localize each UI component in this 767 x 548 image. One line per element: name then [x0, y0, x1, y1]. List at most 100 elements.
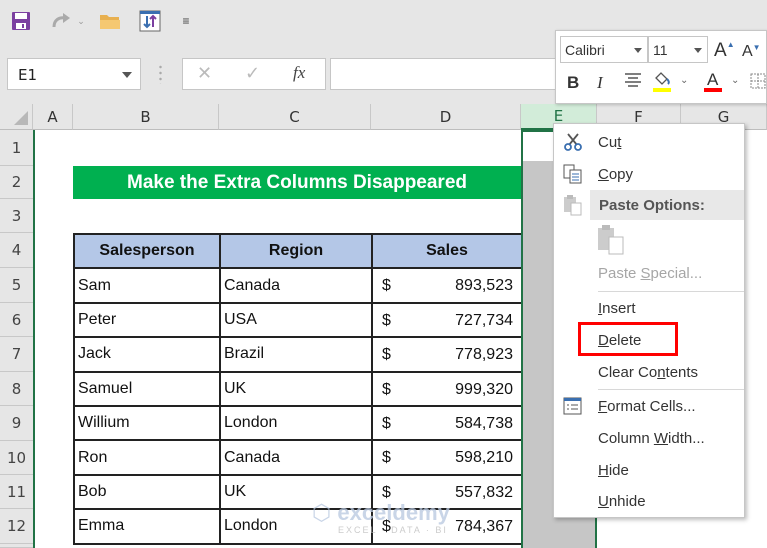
paste-icon	[562, 194, 584, 216]
row-header-9[interactable]: 9	[0, 406, 33, 441]
sales-amount: 999,320	[455, 380, 513, 398]
chevron-down-icon[interactable]	[634, 48, 642, 53]
enter-icon[interactable]: ✓	[245, 63, 260, 84]
borders-button[interactable]	[750, 73, 766, 94]
menu-item-label: Clear Contents	[598, 363, 699, 381]
row-header-3[interactable]: 3	[0, 199, 33, 233]
column-header-b[interactable]: B	[73, 104, 219, 130]
chevron-down-icon[interactable]	[694, 48, 702, 53]
table-row: Willium London $584,738	[73, 404, 523, 442]
cell-region[interactable]: USA	[219, 301, 373, 339]
sales-amount: 584,738	[455, 414, 513, 432]
sales-amount: 784,367	[455, 518, 513, 536]
cell-salesperson[interactable]: Bob	[73, 473, 221, 511]
row-header-5[interactable]: 5	[0, 268, 33, 303]
cell-region[interactable]: London	[219, 404, 373, 442]
watermark-logo-icon: ⬡	[312, 500, 332, 525]
menu-separator	[598, 291, 744, 292]
cell-salesperson[interactable]: Willium	[73, 404, 221, 442]
paste-option-button[interactable]	[596, 224, 626, 256]
cell-sales[interactable]: $598,210	[371, 439, 523, 476]
menu-item-column-width[interactable]: Column Width...	[554, 423, 744, 453]
fill-color-dropdown-icon[interactable]: ⌄	[680, 75, 688, 86]
font-name-select[interactable]: Calibri	[560, 36, 648, 63]
menu-item-unhide[interactable]: Unhide	[554, 486, 744, 516]
formula-bar-grip[interactable]	[159, 64, 162, 84]
menu-item-label: Hide	[598, 461, 629, 479]
italic-button[interactable]: I	[597, 73, 603, 93]
cell-sales[interactable]: $999,320	[371, 370, 523, 407]
row-header-8[interactable]: 8	[0, 372, 33, 406]
column-header-c[interactable]: C	[219, 104, 371, 130]
font-color-button[interactable]: A	[702, 69, 724, 98]
name-box[interactable]: E1	[7, 58, 141, 90]
table-row: Emma London $784,367	[73, 508, 523, 545]
cell-salesperson[interactable]: Emma	[73, 508, 221, 545]
font-color-dropdown-icon[interactable]: ⌄	[731, 75, 739, 86]
cell-sales[interactable]: $778,923	[371, 336, 523, 373]
redo-icon[interactable]	[50, 10, 72, 32]
table-header-row: Salesperson Region Sales	[73, 232, 523, 270]
currency-symbol: $	[382, 346, 391, 364]
cell-region[interactable]: Canada	[219, 267, 373, 304]
cell-sales[interactable]: $727,734	[371, 301, 523, 339]
redo-dropdown-icon[interactable]: ⌄	[76, 10, 86, 32]
sales-amount: 727,734	[455, 311, 513, 329]
table-row: Peter USA $727,734	[73, 301, 523, 339]
open-folder-icon[interactable]	[98, 10, 122, 32]
cancel-icon[interactable]: ✕	[197, 63, 212, 84]
save-icon[interactable]	[10, 10, 32, 32]
row-header-13[interactable]	[0, 544, 33, 548]
decrease-font-size-button[interactable]: A▼	[742, 43, 761, 61]
cell-region[interactable]: Canada	[219, 439, 373, 476]
column-header-a[interactable]: A	[33, 104, 73, 130]
font-size-value: 11	[653, 42, 668, 58]
paste-options-header: Paste Options:	[590, 190, 744, 220]
menu-item-hide[interactable]: Hide	[554, 455, 744, 485]
increase-font-size-button[interactable]: A▲	[714, 40, 735, 62]
row-header-4[interactable]: 4	[0, 233, 33, 268]
menu-item-clear-contents[interactable]: Clear Contents	[554, 357, 744, 387]
row-header-12[interactable]: 12	[0, 509, 33, 544]
header-sales[interactable]: Sales	[371, 232, 523, 270]
cell-sales[interactable]: $893,523	[371, 267, 523, 304]
cell-region[interactable]: Brazil	[219, 336, 373, 373]
row-header-2[interactable]: 2	[0, 166, 33, 199]
header-salesperson[interactable]: Salesperson	[73, 232, 221, 270]
center-align-button[interactable]	[623, 71, 643, 94]
row-header-10[interactable]: 10	[0, 441, 33, 475]
insert-function-icon[interactable]: fx	[293, 63, 305, 83]
column-header-d[interactable]: D	[371, 104, 521, 130]
up-arrow-icon: ▲	[726, 40, 735, 49]
menu-item-copy[interactable]: Copy	[554, 159, 744, 189]
clipboard-icon	[598, 225, 624, 255]
row-header-1[interactable]: 1	[0, 130, 33, 166]
selection-edge	[33, 130, 35, 548]
chevron-down-icon[interactable]	[122, 72, 132, 78]
bold-button[interactable]: B	[567, 73, 579, 93]
table-row: Ron Canada $598,210	[73, 439, 523, 476]
currency-symbol: $	[382, 380, 391, 398]
cell-sales[interactable]: $584,738	[371, 404, 523, 442]
fill-bucket-icon	[653, 72, 671, 92]
row-header-7[interactable]: 7	[0, 337, 33, 372]
menu-item-insert[interactable]: Insert	[554, 293, 744, 323]
cell-salesperson[interactable]: Sam	[73, 267, 221, 304]
header-region[interactable]: Region	[219, 232, 373, 270]
sort-icon[interactable]	[138, 10, 162, 32]
font-size-select[interactable]: 11	[648, 36, 708, 63]
sales-amount: 598,210	[455, 449, 513, 467]
cell-salesperson[interactable]: Ron	[73, 439, 221, 476]
cell-salesperson[interactable]: Samuel	[73, 370, 221, 407]
sheet-title[interactable]: Make the Extra Columns Disappeared	[73, 166, 521, 199]
row-header-6[interactable]: 6	[0, 303, 33, 337]
cell-region[interactable]: UK	[219, 370, 373, 407]
fill-color-button[interactable]	[651, 69, 673, 98]
cell-salesperson[interactable]: Jack	[73, 336, 221, 373]
menu-item-cut[interactable]: Cut	[554, 127, 744, 157]
cell-salesperson[interactable]: Peter	[73, 301, 221, 339]
select-all-button[interactable]	[0, 104, 33, 130]
customize-qat-icon[interactable]: ≡	[180, 10, 192, 32]
row-header-11[interactable]: 11	[0, 475, 33, 509]
menu-item-format-cells[interactable]: Format Cells...	[554, 391, 744, 421]
